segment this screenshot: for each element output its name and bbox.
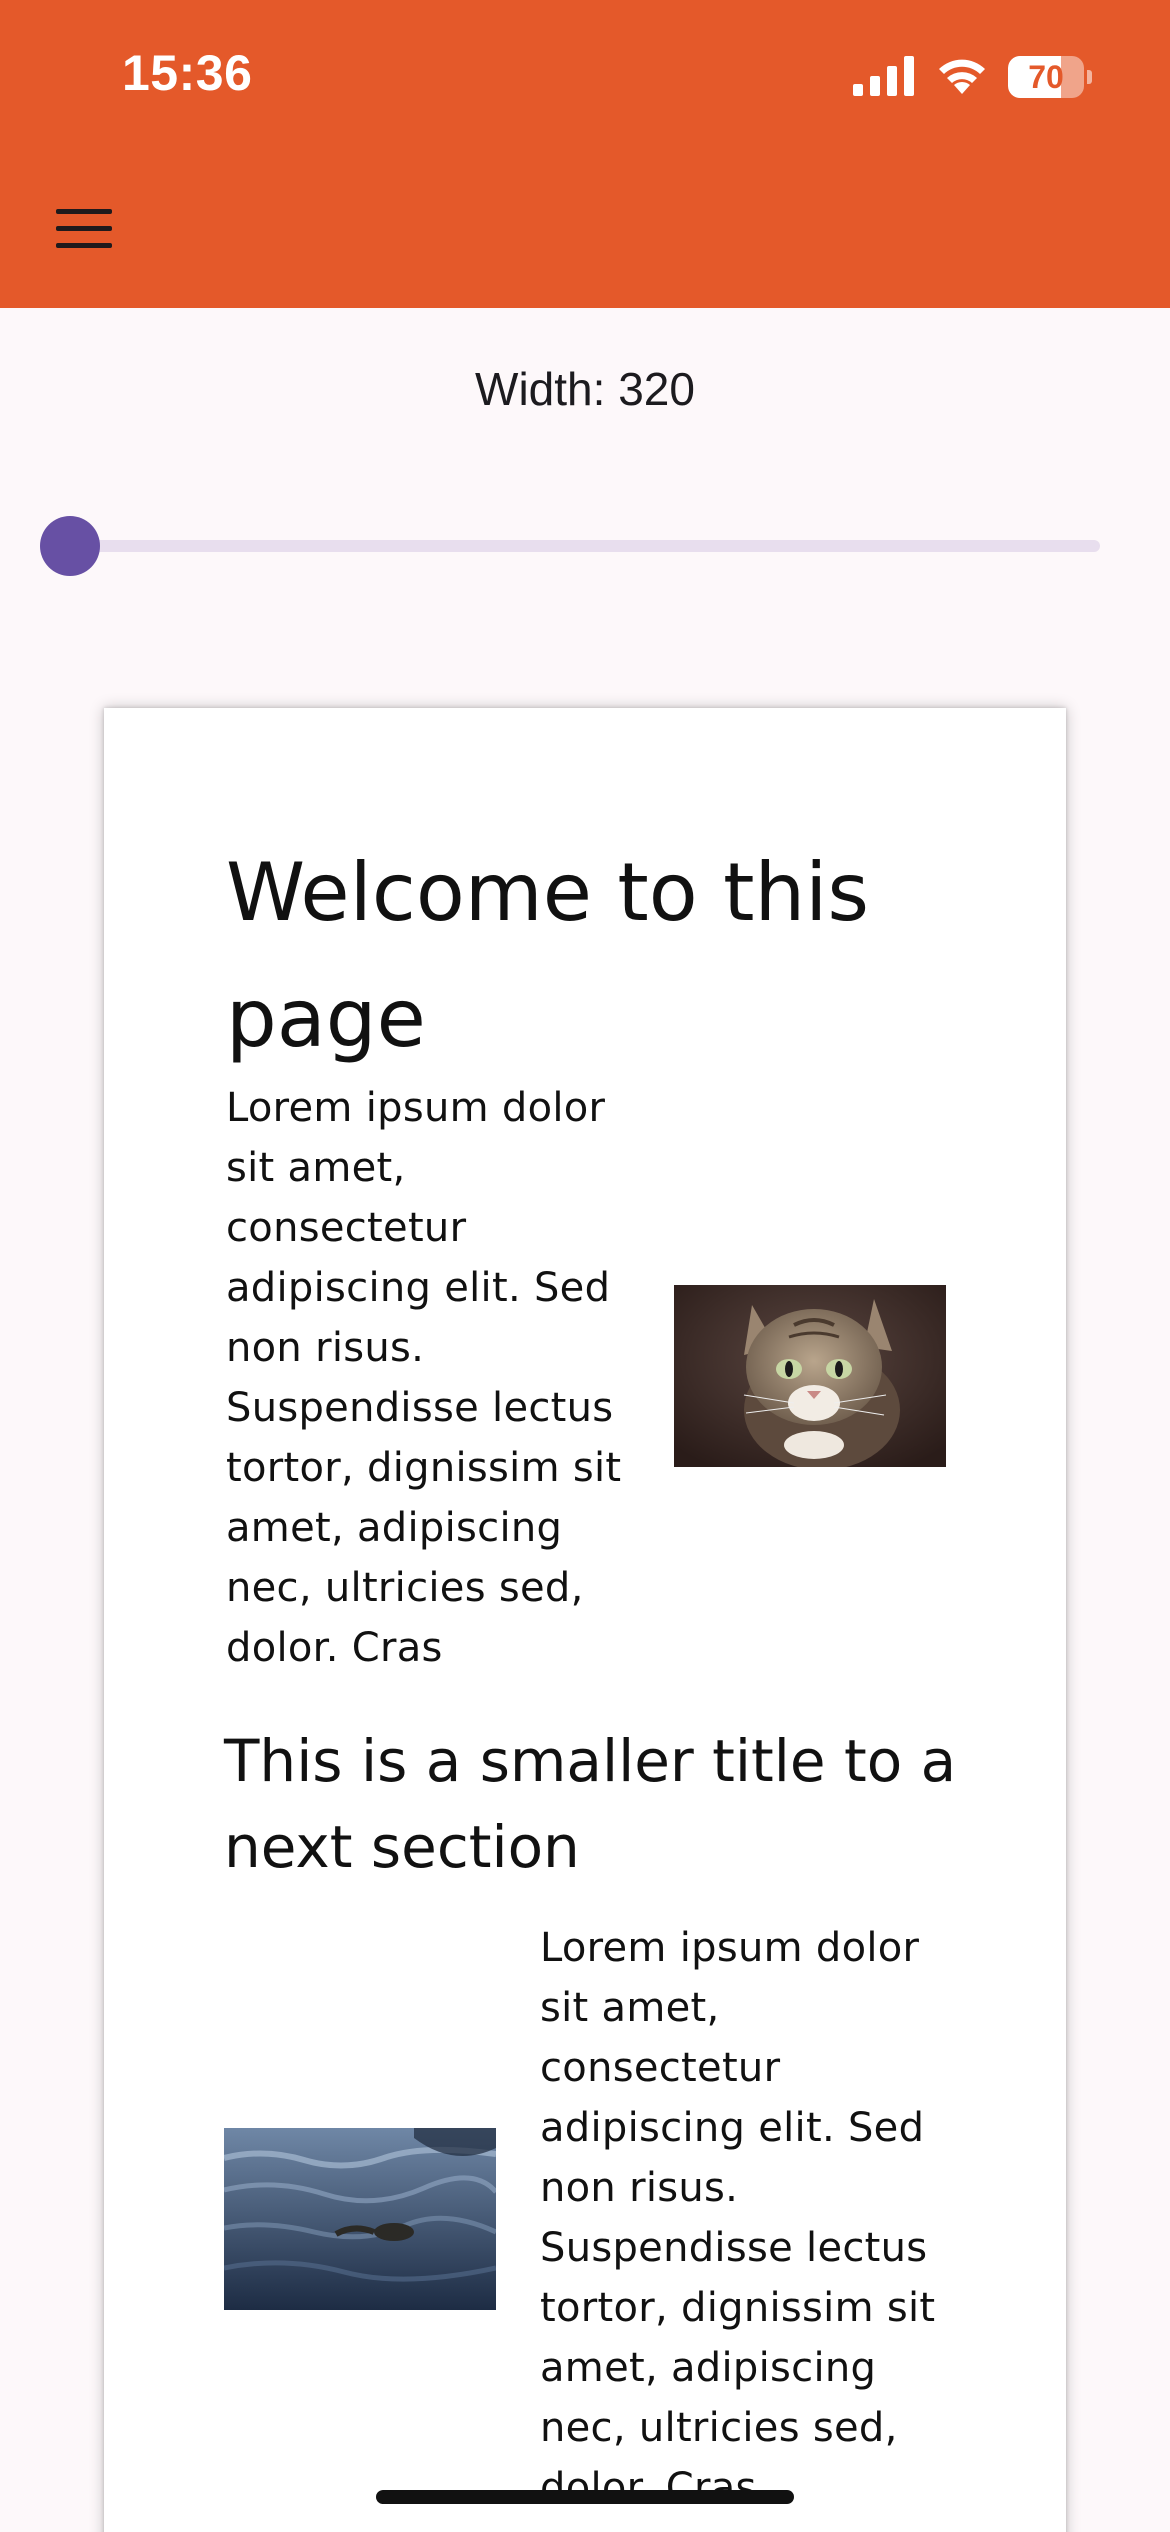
home-indicator[interactable] bbox=[376, 2490, 794, 2504]
section-subheading: This is a smaller title to a next sectio… bbox=[224, 1727, 957, 1881]
width-slider[interactable] bbox=[40, 510, 1100, 582]
paragraph-1: Lorem ipsum dolor sit amet, consectetur … bbox=[226, 1085, 622, 1671]
cellular-signal-icon bbox=[853, 56, 914, 96]
wifi-icon bbox=[939, 59, 985, 94]
cat-image bbox=[674, 1285, 946, 1467]
battery-level: 70 bbox=[1028, 59, 1064, 95]
slider-thumb[interactable] bbox=[40, 516, 100, 576]
battery-icon: 70 bbox=[1008, 56, 1092, 98]
app-bar bbox=[0, 140, 1170, 308]
water-image bbox=[224, 2128, 496, 2310]
width-label: Width: 320 bbox=[475, 363, 695, 415]
status-time: 15:36 bbox=[122, 45, 253, 101]
slider-track[interactable] bbox=[40, 540, 1100, 552]
page-heading: Welcome to this page bbox=[226, 846, 870, 1065]
status-bar: 15:36 70 bbox=[0, 0, 1170, 140]
paragraph-2: Lorem ipsum dolor sit amet, consectetur … bbox=[540, 1925, 936, 2511]
hamburger-menu-icon[interactable] bbox=[44, 188, 124, 268]
